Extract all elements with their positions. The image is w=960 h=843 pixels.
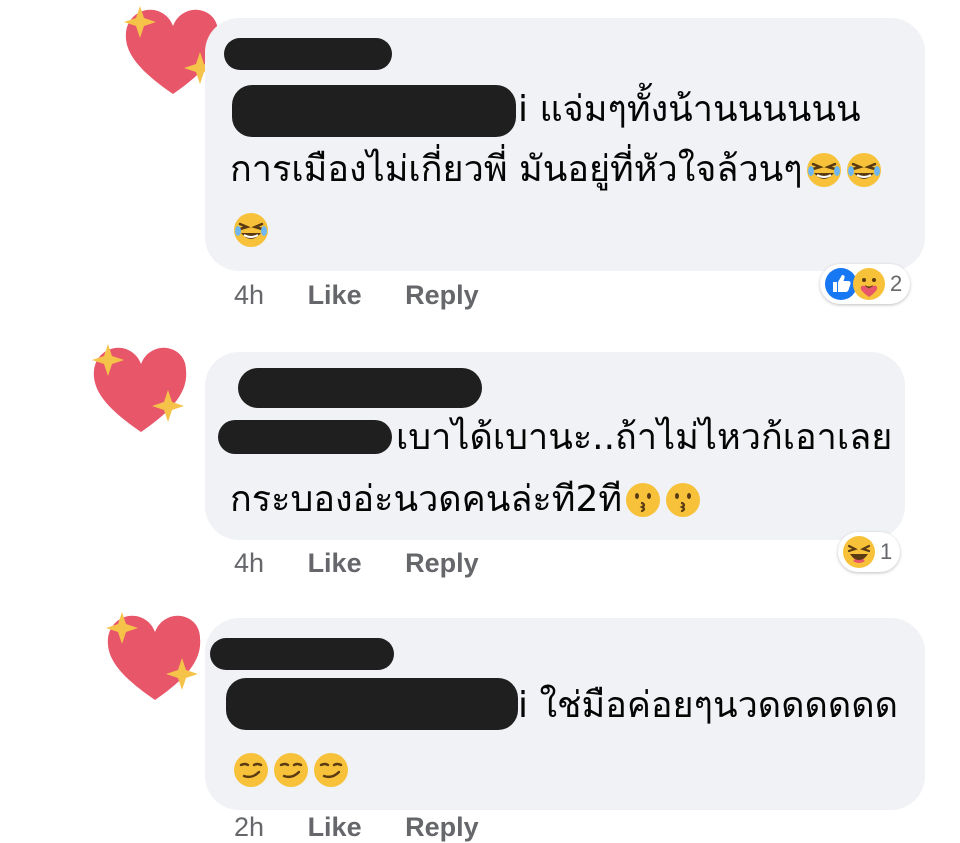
smirk-face-icon (232, 751, 270, 789)
author-mention-redacted (218, 420, 392, 454)
comment-text-line-1: i ใช่มือค่อยๆนวดดดดดด (518, 684, 898, 728)
comment-actions: 2h Like Reply (234, 812, 515, 843)
haha-icon (842, 535, 876, 569)
author-mention-redacted (226, 678, 518, 730)
like-button[interactable]: Like (308, 280, 362, 310)
avatar[interactable] (86, 340, 196, 440)
comment-actions: 4h Like Reply (234, 548, 515, 579)
avatar[interactable] (100, 608, 210, 708)
comment-text-line-1: i แจ่มๆทั้งน้านนนนนน (518, 88, 861, 132)
comment-text-line-1: เบาได้เบานะ..ถ้าไม่ไหวก้เอาเลย (396, 416, 892, 460)
reaction-count: 1 (880, 539, 893, 564)
timestamp[interactable]: 4h (234, 280, 264, 310)
kissing-face-icon (624, 481, 662, 519)
comment-text: ใช่มือค่อยๆนวดดดดดด (539, 685, 899, 726)
sparkling-heart-icon (92, 344, 187, 432)
like-button[interactable]: Like (308, 548, 362, 578)
author-suffix: i (518, 685, 529, 726)
rofl-icon (232, 211, 270, 249)
author-name-redacted (210, 638, 394, 670)
comment-text: เบาได้เบานะ..ถ้าไม่ไหวก้เอาเลย (396, 417, 893, 458)
author-name-redacted (224, 38, 392, 70)
author-suffix: i (518, 89, 529, 130)
comment-text: กระบองอ่ะนวดคนล่ะที2ที (230, 479, 623, 520)
smirk-face-icon (272, 751, 310, 789)
timestamp[interactable]: 2h (234, 812, 264, 842)
care-icon (852, 267, 886, 301)
comment-text-line-2: กระบองอ่ะนวดคนล่ะที2ที (230, 478, 702, 522)
reply-button[interactable]: Reply (405, 548, 479, 578)
like-button[interactable]: Like (308, 812, 362, 842)
comment-text-line-2 (232, 748, 350, 792)
comment-text: แจ่มๆทั้งน้านนนนนน (539, 89, 861, 130)
kissing-face-icon (664, 481, 702, 519)
sparkling-heart-icon (106, 612, 201, 700)
comment-actions: 4h Like Reply (234, 280, 515, 311)
reaction-summary[interactable]: 1 (838, 532, 901, 572)
reply-button[interactable]: Reply (405, 812, 479, 842)
reaction-summary[interactable]: 2 (820, 264, 911, 304)
rofl-icon (845, 151, 883, 189)
comment-text: การเมืองไม่เกี่ยวพี่ มันอยู่ที่หัวใจล้วน… (230, 149, 803, 190)
comment-text-line-2: การเมืองไม่เกี่ยวพี่ มันอยู่ที่หัวใจล้วน… (230, 148, 883, 192)
smirk-face-icon (312, 751, 350, 789)
timestamp[interactable]: 4h (234, 548, 264, 578)
author-name-redacted (238, 368, 482, 408)
comment-text-line-3 (232, 208, 270, 252)
author-mention-redacted (232, 85, 516, 137)
rofl-icon (805, 151, 843, 189)
reply-button[interactable]: Reply (405, 280, 479, 310)
reaction-count: 2 (890, 271, 903, 296)
